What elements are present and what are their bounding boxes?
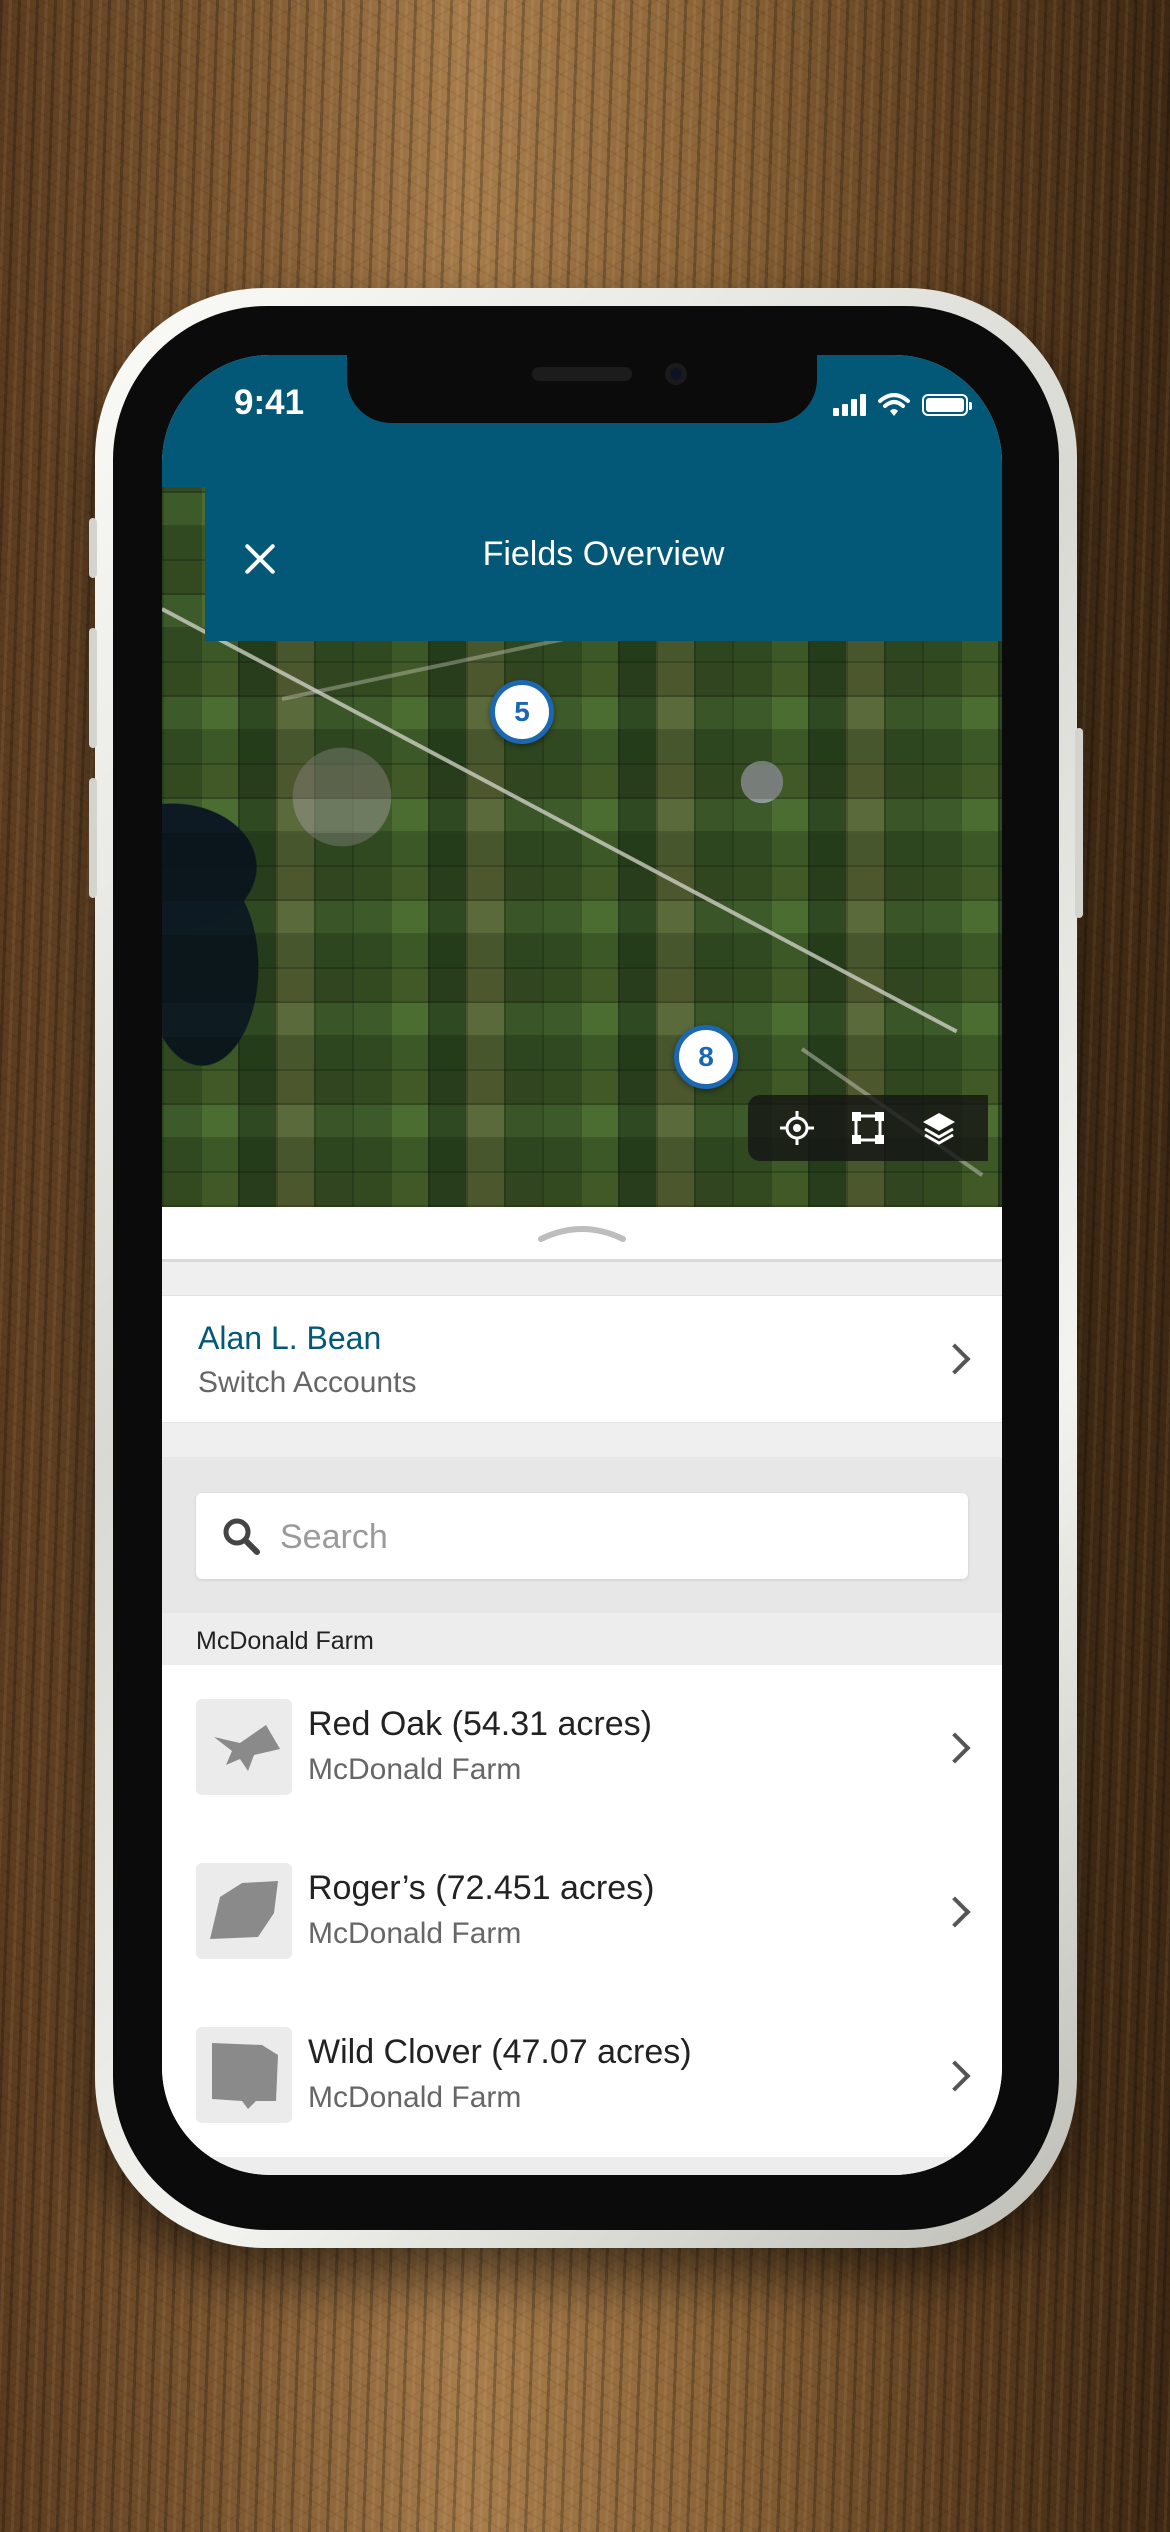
status-time: 9:41 [234,383,305,422]
status-icons [833,393,972,417]
field-shape-icon [196,2027,292,2123]
front-camera [665,363,687,385]
map-layers-icon[interactable] [919,1108,959,1148]
app-screen: 9:41 Fields Overview 5 8 Alan L. Bean Sw… [162,355,1002,2175]
field-farm: McDonald Farm [308,1917,522,1950]
mute-switch [89,518,97,578]
map-cluster-marker[interactable]: 8 [674,1025,738,1089]
field-row-wild-clover[interactable]: Wild Clover (47.07 acres) McDonald Farm [162,1993,1002,2158]
chevron-up-icon [538,1226,626,1242]
field-farm: McDonald Farm [308,2081,522,2114]
chevron-right-icon [939,2060,971,2092]
chevron-right-icon [939,1896,971,1928]
search-input[interactable] [278,1507,942,1567]
volume-down-button [89,778,97,898]
notch [347,355,817,423]
locate-me-icon[interactable] [777,1108,817,1148]
map-toolbar [748,1095,988,1161]
cellular-signal-icon [833,394,866,416]
volume-up-button [89,628,97,748]
search-icon [223,1518,260,1555]
account-name: Alan L. Bean [198,1320,382,1356]
wifi-icon [878,393,910,416]
phone-frame: 9:41 Fields Overview 5 8 Alan L. Bean Sw… [89,288,1083,2248]
field-shape-icon [196,1863,292,1959]
earpiece-speaker [532,367,632,381]
bottom-sheet-handle[interactable] [162,1207,1002,1262]
side-button [1075,728,1083,918]
draw-boundary-icon[interactable] [848,1108,888,1148]
page-title: Fields Overview [482,535,725,573]
field-name: Red Oak (54.31 acres) [308,1705,652,1743]
field-name: Wild Clover (47.07 acres) [308,2033,692,2071]
map-cluster-marker[interactable]: 5 [490,680,554,744]
search-box [196,1493,968,1579]
field-row-rogers[interactable]: Roger’s (72.451 acres) McDonald Farm [162,1829,1002,1994]
switch-account-row[interactable]: Alan L. Bean Switch Accounts [162,1295,1002,1423]
search-section [162,1457,1002,1613]
chevron-right-icon [939,1343,971,1375]
app-header: Fields Overview [205,487,1002,641]
field-shape-icon [196,1699,292,1795]
map-road [162,607,958,1034]
group-header-mcdonald-farm: McDonald Farm [162,1613,1002,1665]
field-row-red-oak[interactable]: Red Oak (54.31 acres) McDonald Farm [162,1665,1002,1830]
group-header-meyer-farm: Meyer Farm [162,2157,1002,2175]
field-farm: McDonald Farm [308,1753,522,1786]
field-name: Roger’s (72.451 acres) [308,1869,655,1907]
phone-bezel: 9:41 Fields Overview 5 8 Alan L. Bean Sw… [113,306,1059,2230]
chevron-right-icon [939,1732,971,1764]
battery-icon [922,394,972,416]
switch-accounts-label: Switch Accounts [198,1366,417,1399]
